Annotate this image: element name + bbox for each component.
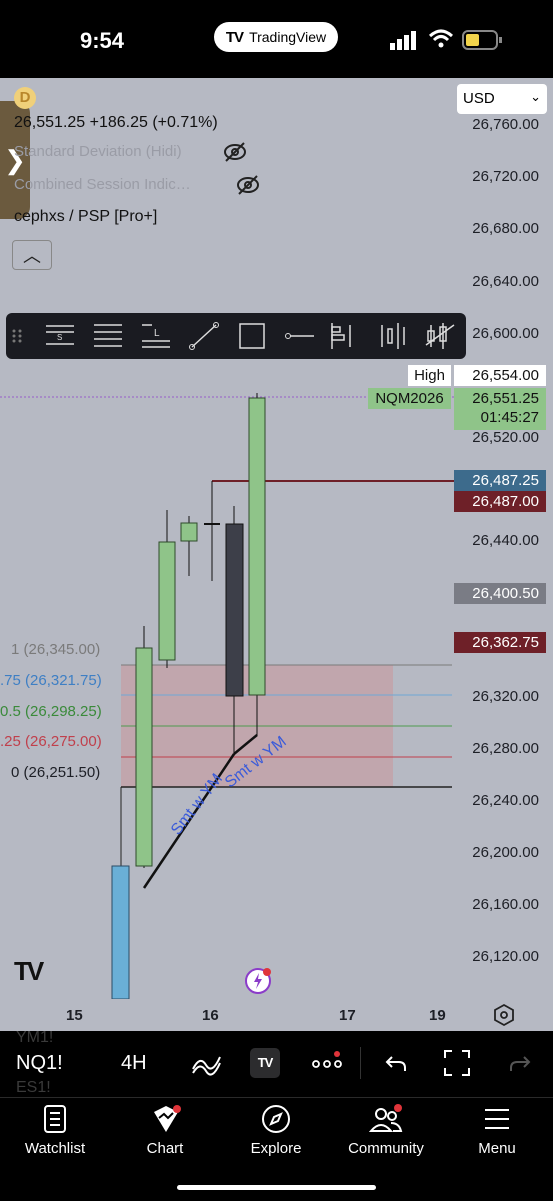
home-indicator[interactable] <box>177 1185 376 1190</box>
fib-label: .25 (26,275.00) <box>0 733 102 750</box>
tradingview-logo-icon: TV <box>225 28 244 46</box>
indicator-label[interactable]: cephxs / PSP [Pro+] <box>14 208 157 226</box>
separator <box>360 1047 361 1079</box>
price-tick: 26,680.00 <box>472 220 539 237</box>
volume-profile-icon[interactable] <box>326 321 358 351</box>
l-lines-icon[interactable]: L <box>140 321 172 351</box>
symbol-button[interactable]: NQ1! <box>16 1052 63 1075</box>
signal-icon <box>390 31 416 50</box>
settings-hex-icon[interactable] <box>492 1003 516 1027</box>
time-tick: 17 <box>339 1007 356 1024</box>
fib-label: 0.5 (26,298.25) <box>0 703 102 720</box>
time-tick: 16 <box>202 1007 219 1024</box>
undo-icon[interactable] <box>384 1051 410 1075</box>
menu-icon <box>485 1109 509 1129</box>
price-tick: 26,760.00 <box>472 116 539 133</box>
s-levels-icon[interactable]: S <box>44 321 76 351</box>
tab-community[interactable]: Community <box>331 1098 441 1178</box>
bars-icon[interactable] <box>376 321 408 351</box>
app-pill[interactable]: TV TradingView <box>214 22 338 52</box>
tab-menu[interactable]: Menu <box>442 1098 552 1178</box>
time-tick: 19 <box>429 1007 446 1024</box>
time-tick: 15 <box>66 1007 83 1024</box>
eye-hidden-icon[interactable] <box>235 174 261 196</box>
price-tick: 26,320.00 <box>472 688 539 705</box>
price-tick: 26,640.00 <box>472 273 539 290</box>
tradingview-logo-icon[interactable]: TV <box>250 1048 280 1078</box>
svg-text:S: S <box>57 333 62 342</box>
ghost-symbol: YM1! <box>16 1029 54 1046</box>
legend-price: 26,551.25 +186.25 (+0.71%) <box>14 114 218 131</box>
collapse-legend-button[interactable]: ︿ <box>12 240 52 270</box>
tab-label: Chart <box>146 1140 184 1157</box>
horizontal-ray-icon[interactable] <box>284 321 316 351</box>
indicator-label[interactable]: Standard Deviation (Hidi) <box>14 143 182 160</box>
watchlist-icon <box>44 1105 66 1133</box>
status-bar: 9:54 TV TradingView <box>0 0 553 78</box>
interval-button[interactable]: 4H <box>121 1052 147 1075</box>
bar-countdown: 01:45:27 <box>480 409 539 426</box>
chevron-up-icon: ︿ <box>23 246 41 266</box>
price-tick: 26,120.00 <box>472 948 539 965</box>
battery-icon <box>462 30 502 50</box>
currency-select[interactable]: USD ⌄ <box>457 84 547 114</box>
lightning-icon[interactable] <box>244 966 274 996</box>
tab-explore[interactable]: Explore <box>221 1098 331 1178</box>
drag-handle-icon[interactable] <box>10 321 24 351</box>
chevron-down-icon: ⌄ <box>530 89 541 104</box>
price-tick: 26,160.00 <box>472 896 539 913</box>
high-price-tag: 26,554.00 <box>454 365 546 386</box>
tab-label: Watchlist <box>24 1140 86 1157</box>
tab-watchlist[interactable]: Watchlist <box>0 1098 110 1178</box>
ghost-symbol: ES1! <box>16 1079 51 1096</box>
chart-area[interactable]: Smt w YM Smt w YM 1 (26,345.00) .75 (26,… <box>0 78 553 1031</box>
tab-label: Menu <box>478 1140 516 1157</box>
chart-icon <box>154 1105 181 1132</box>
fib-label: 1 (26,345.00) <box>11 641 101 658</box>
app-pill-label: TradingView <box>249 29 327 45</box>
community-icon <box>369 1104 403 1132</box>
level-tag: 26,487.00 <box>454 491 546 512</box>
price-tick: 26,720.00 <box>472 168 539 185</box>
fib-label: 0 (26,251.50) <box>11 764 101 781</box>
indicator-label[interactable]: Combined Session Indic… <box>14 176 191 193</box>
price-tick: 26,600.00 <box>472 325 539 342</box>
tab-label: Community <box>348 1140 424 1157</box>
indicators-icon[interactable] <box>190 1049 222 1077</box>
fullscreen-icon[interactable] <box>443 1049 471 1077</box>
level-tag: 26,362.75 <box>454 632 546 653</box>
price-tick: 26,200.00 <box>472 844 539 861</box>
timeframe-badge[interactable]: D <box>14 87 36 109</box>
fib-label: .75 (26,321.75) <box>0 672 102 689</box>
drawing-toolbar[interactable]: S L <box>6 313 466 359</box>
wifi-icon <box>428 29 454 48</box>
last-price-tag: 26,551.25 01:45:27 <box>454 388 546 430</box>
price-tick: 26,240.00 <box>472 792 539 809</box>
clock: 9:54 <box>80 28 125 53</box>
level-tag: 26,400.50 <box>454 583 546 604</box>
price-tick: 26,440.00 <box>472 532 539 549</box>
time-axis[interactable]: 15 16 17 19 <box>0 999 553 1031</box>
tab-chart[interactable]: Chart <box>110 1098 220 1178</box>
svg-text:L: L <box>154 328 160 339</box>
price-tick: 26,280.00 <box>472 740 539 757</box>
symbol-bar: YM1! NQ1! ES1! 4H TV <box>0 1029 553 1097</box>
multi-lines-icon[interactable] <box>92 321 124 351</box>
level-tag: 26,487.25 <box>454 470 546 491</box>
tradingview-logo-icon: TV <box>14 956 44 986</box>
redo-icon[interactable] <box>506 1051 532 1075</box>
eye-hidden-icon[interactable] <box>222 141 248 163</box>
high-label: High <box>408 365 451 386</box>
price-tick: 26,520.00 <box>472 429 539 446</box>
last-price: 26,551.25 <box>472 390 539 407</box>
candles-cross-icon[interactable] <box>424 321 456 351</box>
tab-label: Explore <box>250 1140 302 1157</box>
currency-value: USD <box>463 90 495 107</box>
compass-icon <box>262 1105 290 1133</box>
more-icon[interactable] <box>310 1051 344 1073</box>
symbol-tag: NQM2026 <box>368 388 451 409</box>
trend-line-icon[interactable] <box>188 321 220 351</box>
rectangle-icon[interactable] <box>236 321 268 351</box>
